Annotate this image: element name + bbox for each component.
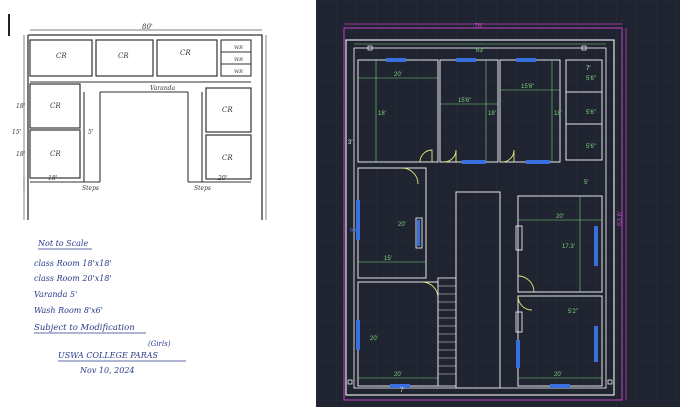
page: 80' CR CR CR WR WR WR Varanda CR CR CR C… <box>0 0 680 407</box>
cad-room-bl-w: 20' <box>394 372 402 378</box>
cad-left-height: 63' <box>350 228 358 234</box>
cad-room-mr-w: 20' <box>556 214 564 220</box>
sketch-cr3-label: CR <box>180 49 191 57</box>
cad-dim-5: 5' <box>584 180 588 186</box>
note-date: Nov 10, 2024 <box>79 366 135 375</box>
note-college-name: USWA COLLEGE PARAS <box>58 351 159 360</box>
sketch-cr1-label: CR <box>56 52 67 60</box>
sketch-left-cr1: CR <box>50 102 61 110</box>
cad-dim-3: 3' <box>348 140 352 146</box>
sketch-right-cr1: CR <box>222 106 233 114</box>
sketch-top-width: 80' <box>142 23 153 31</box>
cad-dim-7a: 7' <box>586 66 590 72</box>
cad-room-tm-w: 15'6" <box>458 98 471 104</box>
note-not-to-scale: Not to Scale <box>37 239 88 248</box>
sketch-left-cr2: CR <box>50 150 61 158</box>
note-varanda: Varanda 5' <box>34 290 77 299</box>
sketch-steps-right: Steps <box>194 185 211 192</box>
sketch-wr-label-1: WR <box>234 45 243 51</box>
hand-sketch-drawing: 80' CR CR CR WR WR WR Varanda CR CR CR C… <box>8 14 267 375</box>
cad-plan-drawing: 76' 63.6' 63' 20' 15'6" 15'6" 18' 18' 18… <box>316 0 680 407</box>
cad-wr1: 5'6" <box>586 76 596 82</box>
sketch-wr-label-3: WR <box>234 69 243 75</box>
cad-room-ml-w: 20' <box>398 222 406 228</box>
sketch-dim-18b: 18' <box>16 151 26 158</box>
sketch-dim-15: 15' <box>12 129 22 136</box>
cad-dim-7b: 7' <box>400 388 404 394</box>
cad-room-tl-h: 18' <box>378 111 386 117</box>
sketch-dim-18a: 18' <box>16 103 26 110</box>
cad-room-br-w: 20' <box>554 372 562 378</box>
cad-overall-height: 63.6' <box>617 211 624 226</box>
sketch-dim-18c: 18' <box>48 175 58 182</box>
cad-wr3: 5'6" <box>586 144 596 150</box>
cad-room-tr-h: 18' <box>554 111 562 117</box>
cad-room-ml-h: 15' <box>384 256 392 262</box>
note-wash-room: Wash Room 8'x6' <box>34 306 103 315</box>
sketch-varanda-label: Varanda <box>150 85 176 92</box>
cad-overall-width: 76' <box>474 23 483 30</box>
sketch-wr-label-2: WR <box>234 57 243 63</box>
note-girls: (Girls) <box>148 340 171 348</box>
sketch-dim-20: 20' <box>217 175 228 182</box>
note-class-room-1: class Room 18'x18' <box>34 259 112 268</box>
sketch-cr2-label: CR <box>118 52 129 60</box>
hand-sketch-panel: 80' CR CR CR WR WR WR Varanda CR CR CR C… <box>0 0 316 407</box>
cad-room-tl-w: 20' <box>394 72 402 78</box>
cad-room-tm-h: 18' <box>488 111 496 117</box>
cad-plan-panel: 76' 63.6' 63' 20' 15'6" 15'6" 18' 18' 18… <box>316 0 680 407</box>
cad-inner-width: 63' <box>476 48 484 54</box>
sketch-dim-5: 5' <box>88 129 94 136</box>
note-subject-to-modification: Subject to Modification <box>34 323 135 333</box>
sketch-steps-left: Steps <box>82 185 99 192</box>
cad-room-mr-h: 17.3' <box>562 244 575 250</box>
cad-room-tr-w: 15'6" <box>521 84 534 90</box>
cad-room-br-h: 5'2" <box>568 309 578 315</box>
cad-room-bl-h: 20' <box>370 336 378 342</box>
cad-wr2: 5'6" <box>586 110 596 116</box>
sketch-right-cr2: CR <box>222 154 233 162</box>
note-class-room-2: class Room 20'x18' <box>34 274 112 283</box>
